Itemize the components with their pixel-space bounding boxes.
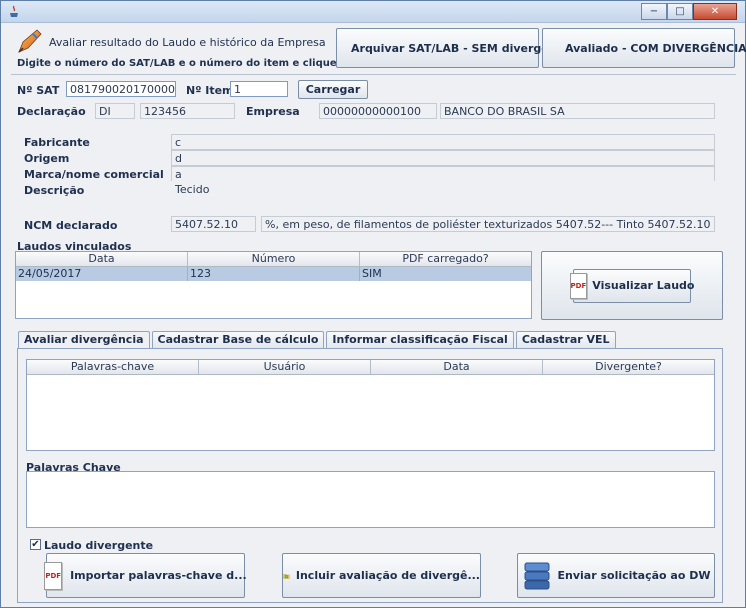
evaluated-button[interactable]: Avaliado - COM DIVERGÊNCIA [542, 28, 746, 68]
maximize-button[interactable]: □ [667, 3, 693, 20]
ncm-code: 5407.52.10 [171, 216, 256, 232]
column-header-pdf[interactable]: PDF carregado? [360, 252, 531, 266]
archive-button-label: Arquivar SAT/LAB - SEM divergê... [351, 41, 562, 55]
origem-label: Origem [24, 152, 70, 165]
cell-numero: 123 [188, 267, 360, 281]
sat-label: Nº SAT [17, 84, 60, 97]
item-label: Nº Item [186, 84, 234, 97]
include-evaluation-button[interactable]: Incluir avaliação de divergê... [282, 553, 481, 598]
folder-add-icon [283, 573, 290, 579]
database-icon [524, 562, 549, 589]
evaluated-button-label: Avaliado - COM DIVERGÊNCIA [565, 41, 746, 55]
descricao-value: Tecido [171, 181, 715, 209]
tab-avaliar-divergencia[interactable]: Avaliar divergência [18, 331, 150, 349]
marca-value: a [171, 166, 715, 182]
cell-data: 24/05/2017 [16, 267, 188, 281]
keywords-table: Palavras-chave Usuário Data Divergente? [26, 359, 715, 451]
cell-pdf: SIM [362, 267, 382, 280]
view-laudo-button[interactable]: PDF Visualizar Laudo [569, 268, 695, 303]
tab-cadastrar-vel[interactable]: Cadastrar VEL [515, 331, 616, 348]
column-header-usuario[interactable]: Usuário [199, 360, 371, 374]
window-title: Avaliar resultado do Laudo e histórico d… [49, 36, 326, 49]
tab-strip: Avaliar divergência Cadastrar Base de cá… [18, 331, 618, 349]
pen-icon [18, 29, 42, 53]
divergent-checkbox[interactable]: ✔ [30, 539, 41, 550]
marca-label: Marca/nome comercial [24, 168, 164, 181]
origem-value: d [171, 150, 715, 166]
column-header-data[interactable]: Data [371, 360, 543, 374]
column-header-divergente[interactable]: Divergente? [543, 360, 714, 374]
column-header-numero[interactable]: Número [188, 252, 360, 266]
company-code: 00000000000100 [319, 103, 437, 119]
send-dw-button[interactable]: Enviar solicitação ao DW [517, 553, 715, 598]
import-keywords-button[interactable]: PDF Importar palavras-chave d... [44, 553, 247, 598]
pdf-icon: PDF [44, 561, 63, 590]
keywords-textarea[interactable] [26, 471, 715, 528]
send-dw-label: Enviar solicitação ao DW [557, 569, 711, 582]
load-button[interactable]: Carregar [298, 80, 368, 99]
divergent-checkbox-label[interactable]: Laudo divergente [44, 539, 153, 552]
include-evaluation-label: Incluir avaliação de divergê... [295, 569, 480, 582]
tab-cadastrar-base[interactable]: Cadastrar Base de cálculo [151, 331, 325, 348]
view-laudo-label: Visualizar Laudo [592, 279, 695, 292]
main-window: − □ ✕ Avaliar resultado do Laudo e histó… [0, 0, 746, 608]
item-input[interactable]: 1 [230, 81, 288, 97]
fabricante-value: c [171, 134, 715, 150]
ncm-label: NCM declarado [24, 219, 118, 232]
tab-classificacao-fiscal[interactable]: Informar classificação Fiscal [326, 331, 514, 348]
close-button[interactable]: ✕ [693, 3, 737, 20]
declaration-number: 123456 [140, 103, 235, 119]
laudos-table: Data Número PDF carregado? 24/05/2017 12… [15, 251, 532, 319]
import-keywords-label: Importar palavras-chave d... [70, 569, 247, 582]
table-row[interactable]: 24/05/2017 123 SIM [16, 267, 531, 281]
column-header-data[interactable]: Data [16, 252, 188, 266]
minimize-button[interactable]: − [641, 3, 667, 20]
declaration-label: Declaração [17, 105, 86, 118]
company-label: Empresa [246, 105, 300, 118]
title-bar[interactable]: − □ ✕ [1, 1, 745, 23]
ncm-description: %, em peso, de filamentos de poliéster t… [261, 216, 715, 232]
fabricante-label: Fabricante [24, 136, 90, 149]
column-header-keywords[interactable]: Palavras-chave [27, 360, 199, 374]
java-icon [10, 5, 18, 17]
sat-input[interactable]: 0817900201700004 [66, 81, 176, 97]
divider [11, 74, 736, 75]
declaration-type: DI [95, 103, 135, 119]
pdf-icon: PDF [569, 272, 588, 299]
view-laudo-panel: PDF Visualizar Laudo [541, 251, 723, 320]
descricao-label: Descrição [24, 184, 85, 197]
archive-button[interactable]: Arquivar SAT/LAB - SEM divergê... [336, 28, 561, 68]
company-name: BANCO DO BRASIL SA [440, 103, 715, 119]
